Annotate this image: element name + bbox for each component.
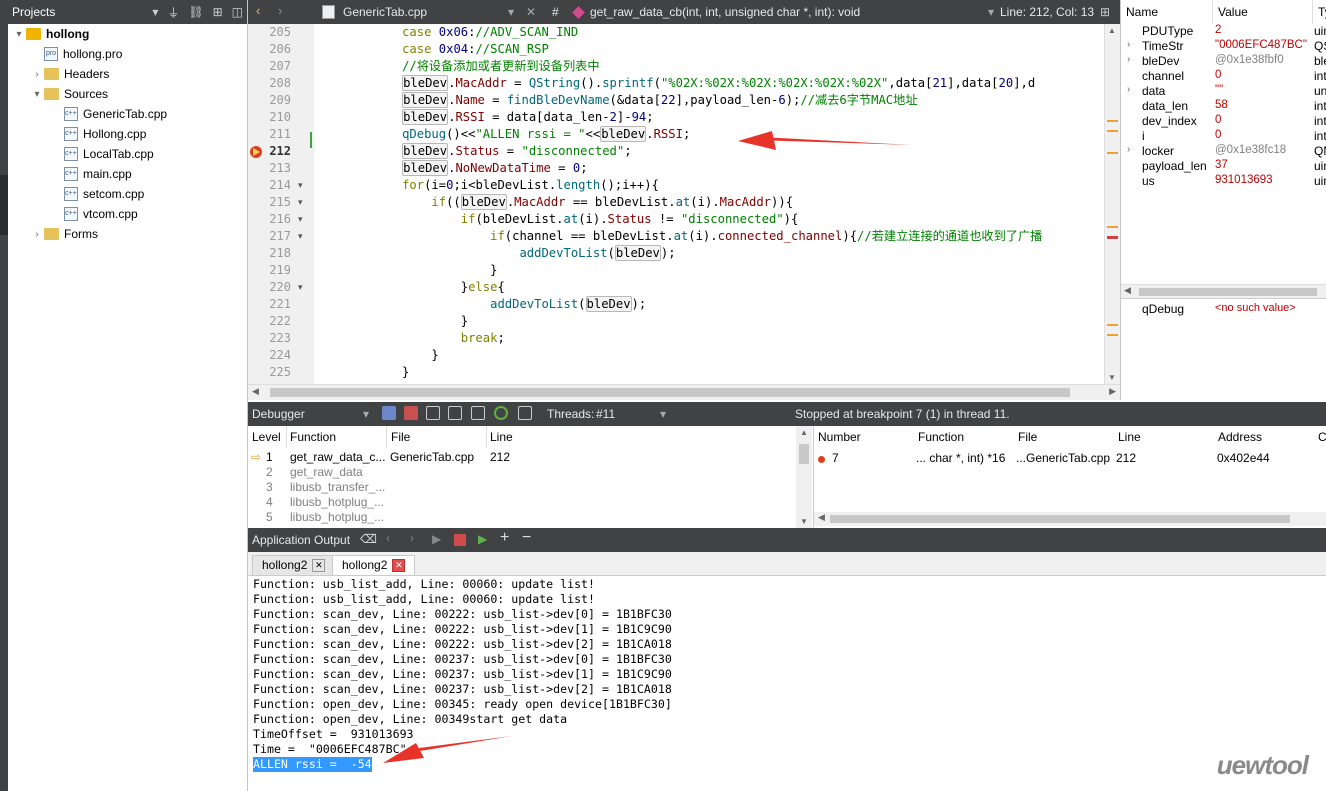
arrow-output — [383, 736, 512, 763]
annotation-arrows — [383, 131, 912, 763]
watermark-logo: uewtool — [1216, 750, 1309, 780]
arrow-code — [738, 131, 912, 150]
